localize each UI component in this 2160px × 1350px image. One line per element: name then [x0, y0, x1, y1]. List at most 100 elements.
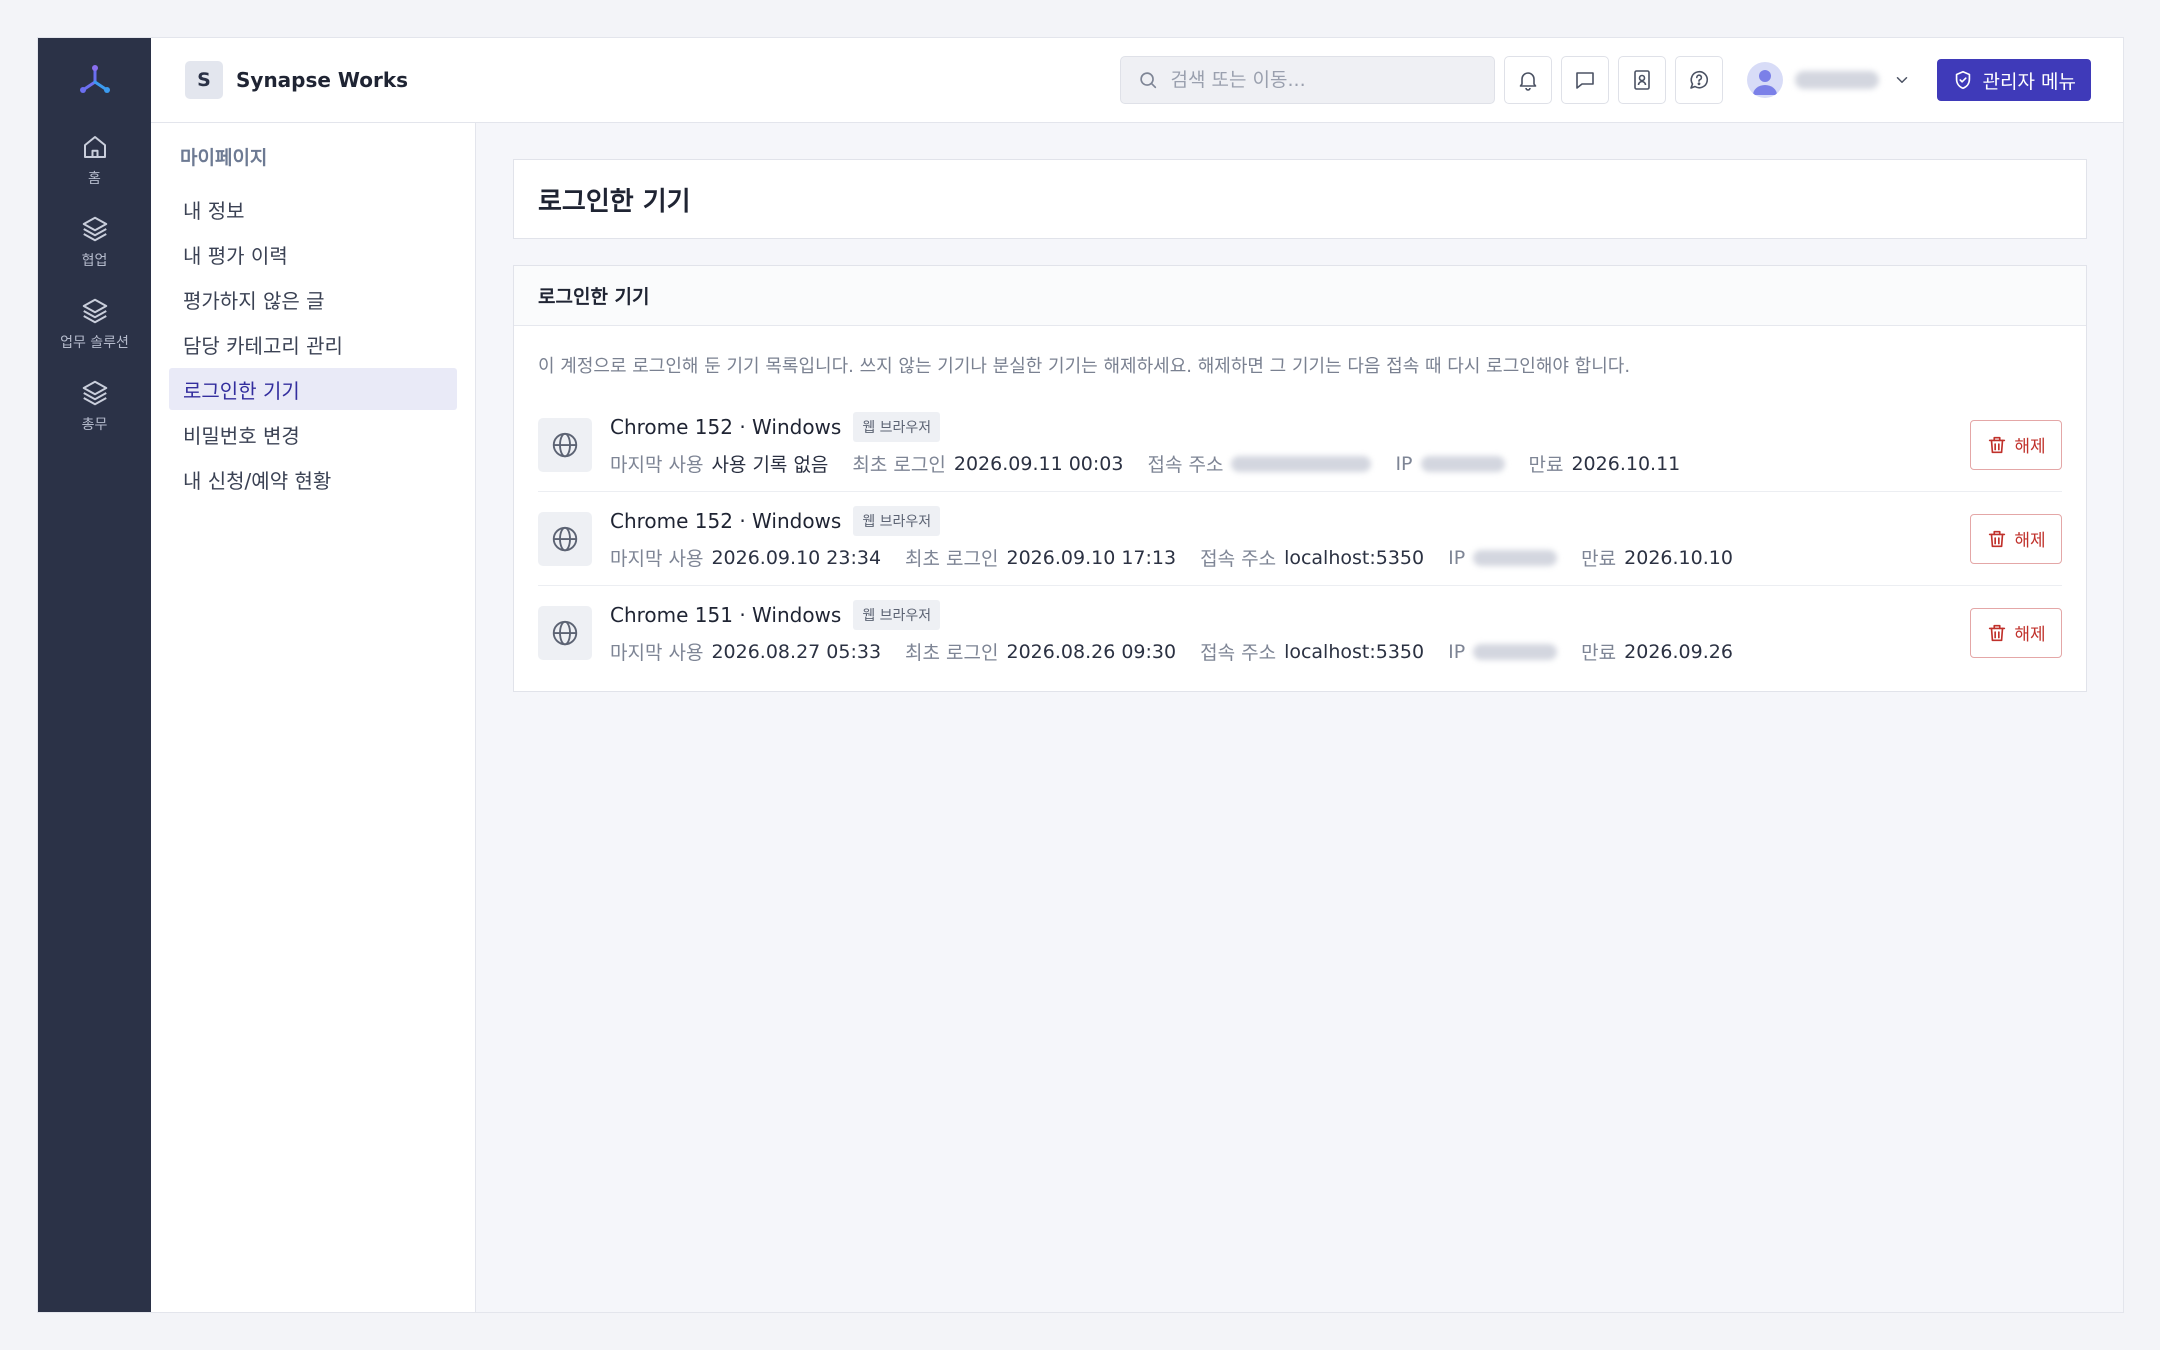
- revoke-device-button[interactable]: 해제: [1970, 513, 2062, 564]
- devices-description: 이 계정으로 로그인해 둔 기기 목록입니다. 쓰지 않는 기기나 분실한 기기…: [538, 356, 1631, 377]
- ip-label: IP: [1448, 640, 1466, 663]
- ip-label: IP: [1395, 452, 1413, 475]
- first-login-value: 2026.09.10 17:13: [1006, 546, 1177, 569]
- revoke-device-button[interactable]: 해제: [1970, 419, 2062, 470]
- address-value: localhost:5350: [1284, 640, 1425, 663]
- globe-icon: [552, 526, 578, 551]
- ip-redacted: [1420, 455, 1505, 472]
- device-icon-box: [538, 417, 592, 472]
- rail-item-label: 협업: [81, 253, 108, 269]
- rail-item-collab[interactable]: 협업: [38, 214, 151, 270]
- rail-item-label: 업무 솔루션: [60, 335, 129, 351]
- sidenav-item-my-requests[interactable]: 내 신청/예약 현황: [169, 458, 457, 500]
- rail-item-label: 홈: [88, 171, 101, 187]
- rail-item-general-affairs[interactable]: 총무: [38, 378, 151, 434]
- help-icon: [1689, 70, 1708, 89]
- top-header: S Synapse Works 검색 또는 이동... 관리자 메뉴: [151, 38, 2123, 123]
- bell-icon: [1519, 72, 1536, 91]
- avatar: [1746, 62, 1783, 98]
- rail-item-solutions[interactable]: 업무 솔루션: [38, 296, 151, 352]
- shield-check-icon: [1955, 70, 1970, 90]
- ip-label: IP: [1448, 546, 1466, 569]
- device-info: Chrome 151 · Windows 웹 브라우저 마지막 사용 2026.0…: [610, 600, 1970, 665]
- device-row: Chrome 152 · Windows 웹 브라우저 마지막 사용 사용 기록 …: [538, 402, 2062, 492]
- search-icon: [1139, 72, 1156, 89]
- expiry-label: 만료: [1581, 548, 1617, 570]
- sidenav-item-unrated-posts[interactable]: 평가하지 않은 글: [169, 278, 457, 320]
- app-rail: 홈 협업 업무 솔루션 총무: [38, 38, 151, 1312]
- device-type-tag: 웹 브라우저: [853, 412, 941, 442]
- first-login-value: 2026.09.11 00:03: [953, 452, 1124, 475]
- rail-item-label: 총무: [81, 417, 108, 433]
- contact-book-icon: [1633, 70, 1650, 90]
- sidenav-item-change-password[interactable]: 비밀번호 변경: [169, 413, 457, 455]
- ip-redacted: [1473, 549, 1558, 566]
- ip-redacted: [1473, 643, 1558, 660]
- globe-icon: [552, 620, 578, 645]
- device-info: Chrome 152 · Windows 웹 브라우저 마지막 사용 2026.0…: [610, 506, 1970, 571]
- expiry-value: 2026.10.10: [1624, 546, 1733, 569]
- revoke-device-button[interactable]: 해제: [1970, 607, 2062, 658]
- device-icon-box: [538, 511, 592, 566]
- layers-icon: [82, 216, 107, 242]
- rail-item-home[interactable]: 홈: [38, 132, 151, 188]
- expiry-value: 2026.10.11: [1571, 452, 1681, 475]
- content-area: 로그인한 기기 로그인한 기기 이 계정으로 로그인해 둔 기기 목록입니다. …: [476, 123, 2123, 1312]
- user-avatar-icon: [1752, 70, 1777, 95]
- notifications-button[interactable]: [1503, 56, 1552, 104]
- org-badge[interactable]: S: [185, 61, 223, 99]
- search-input[interactable]: [1170, 69, 1471, 91]
- first-login-label: 최초 로그인: [905, 548, 999, 570]
- expiry-label: 만료: [1581, 642, 1617, 664]
- device-row: Chrome 152 · Windows 웹 브라우저 마지막 사용 2026.0…: [538, 492, 2062, 586]
- layers-icon: [82, 298, 107, 324]
- admin-menu-button[interactable]: 관리자 메뉴: [1936, 59, 2091, 101]
- address-redacted: [1231, 455, 1372, 472]
- globe-icon: [552, 432, 578, 457]
- main-area: S Synapse Works 검색 또는 이동... 관리자 메뉴 마이페이지…: [151, 38, 2123, 1312]
- trash-icon: [1989, 436, 2006, 453]
- search-box[interactable]: [1119, 56, 1495, 104]
- device-name: Chrome 152 · Windows: [610, 509, 842, 533]
- address-label: 접속 주소: [1200, 548, 1277, 570]
- app-window: 홈 협업 업무 솔루션 총무 S Synapse Works 검색 또는 이동.…: [37, 37, 2124, 1313]
- devices-card: 로그인한 기기 이 계정으로 로그인해 둔 기기 목록입니다. 쓰지 않는 기기…: [513, 265, 2087, 692]
- device-info: Chrome 152 · Windows 웹 브라우저 마지막 사용 사용 기록 …: [610, 412, 1970, 477]
- sidenav-item-logged-in-devices[interactable]: 로그인한 기기: [169, 368, 457, 410]
- last-used-value: 2026.09.10 23:34: [711, 546, 882, 569]
- address-label: 접속 주소: [1200, 642, 1277, 664]
- device-name: Chrome 152 · Windows: [610, 415, 842, 439]
- device-type-tag: 웹 브라우저: [853, 600, 941, 630]
- sidenav-item-category-management[interactable]: 담당 카테고리 관리: [169, 323, 457, 365]
- sidenav-item-my-info[interactable]: 내 정보: [169, 188, 457, 230]
- trash-icon: [1989, 530, 2006, 547]
- revoke-label: 해제: [2014, 531, 2046, 551]
- user-menu[interactable]: [1746, 62, 1911, 98]
- page-body: 마이페이지 내 정보 내 평가 이력 평가하지 않은 글 담당 카테고리 관리 …: [151, 123, 2123, 1312]
- page-title: 로그인한 기기: [538, 186, 691, 217]
- messages-button[interactable]: [1560, 56, 1609, 104]
- last-used-label: 마지막 사용: [610, 454, 704, 476]
- device-row: Chrome 151 · Windows 웹 브라우저 마지막 사용 2026.0…: [538, 586, 2062, 665]
- last-used-label: 마지막 사용: [610, 642, 704, 664]
- page-title-card: 로그인한 기기: [513, 159, 2087, 239]
- address-value: localhost:5350: [1284, 546, 1425, 569]
- app-logo-icon[interactable]: [75, 60, 115, 100]
- first-login-label: 최초 로그인: [852, 454, 946, 476]
- home-icon: [83, 136, 106, 158]
- first-login-label: 최초 로그인: [905, 642, 999, 664]
- device-name: Chrome 151 · Windows: [610, 603, 842, 627]
- chevron-down-icon: [1896, 77, 1907, 83]
- sidenav-title: 마이페이지: [180, 147, 268, 169]
- revoke-label: 해제: [2014, 437, 2046, 457]
- mypage-sidenav: 마이페이지 내 정보 내 평가 이력 평가하지 않은 글 담당 카테고리 관리 …: [151, 123, 476, 1312]
- trash-icon: [1989, 624, 2006, 641]
- chat-icon: [1575, 72, 1594, 89]
- help-button[interactable]: [1674, 56, 1723, 104]
- org-name[interactable]: Synapse Works: [236, 68, 408, 92]
- address-label: 접속 주소: [1147, 454, 1224, 476]
- device-type-tag: 웹 브라우저: [853, 506, 941, 536]
- contacts-button[interactable]: [1617, 56, 1666, 104]
- sidenav-item-rating-history[interactable]: 내 평가 이력: [169, 233, 457, 275]
- last-used-value: 2026.08.27 05:33: [711, 640, 882, 663]
